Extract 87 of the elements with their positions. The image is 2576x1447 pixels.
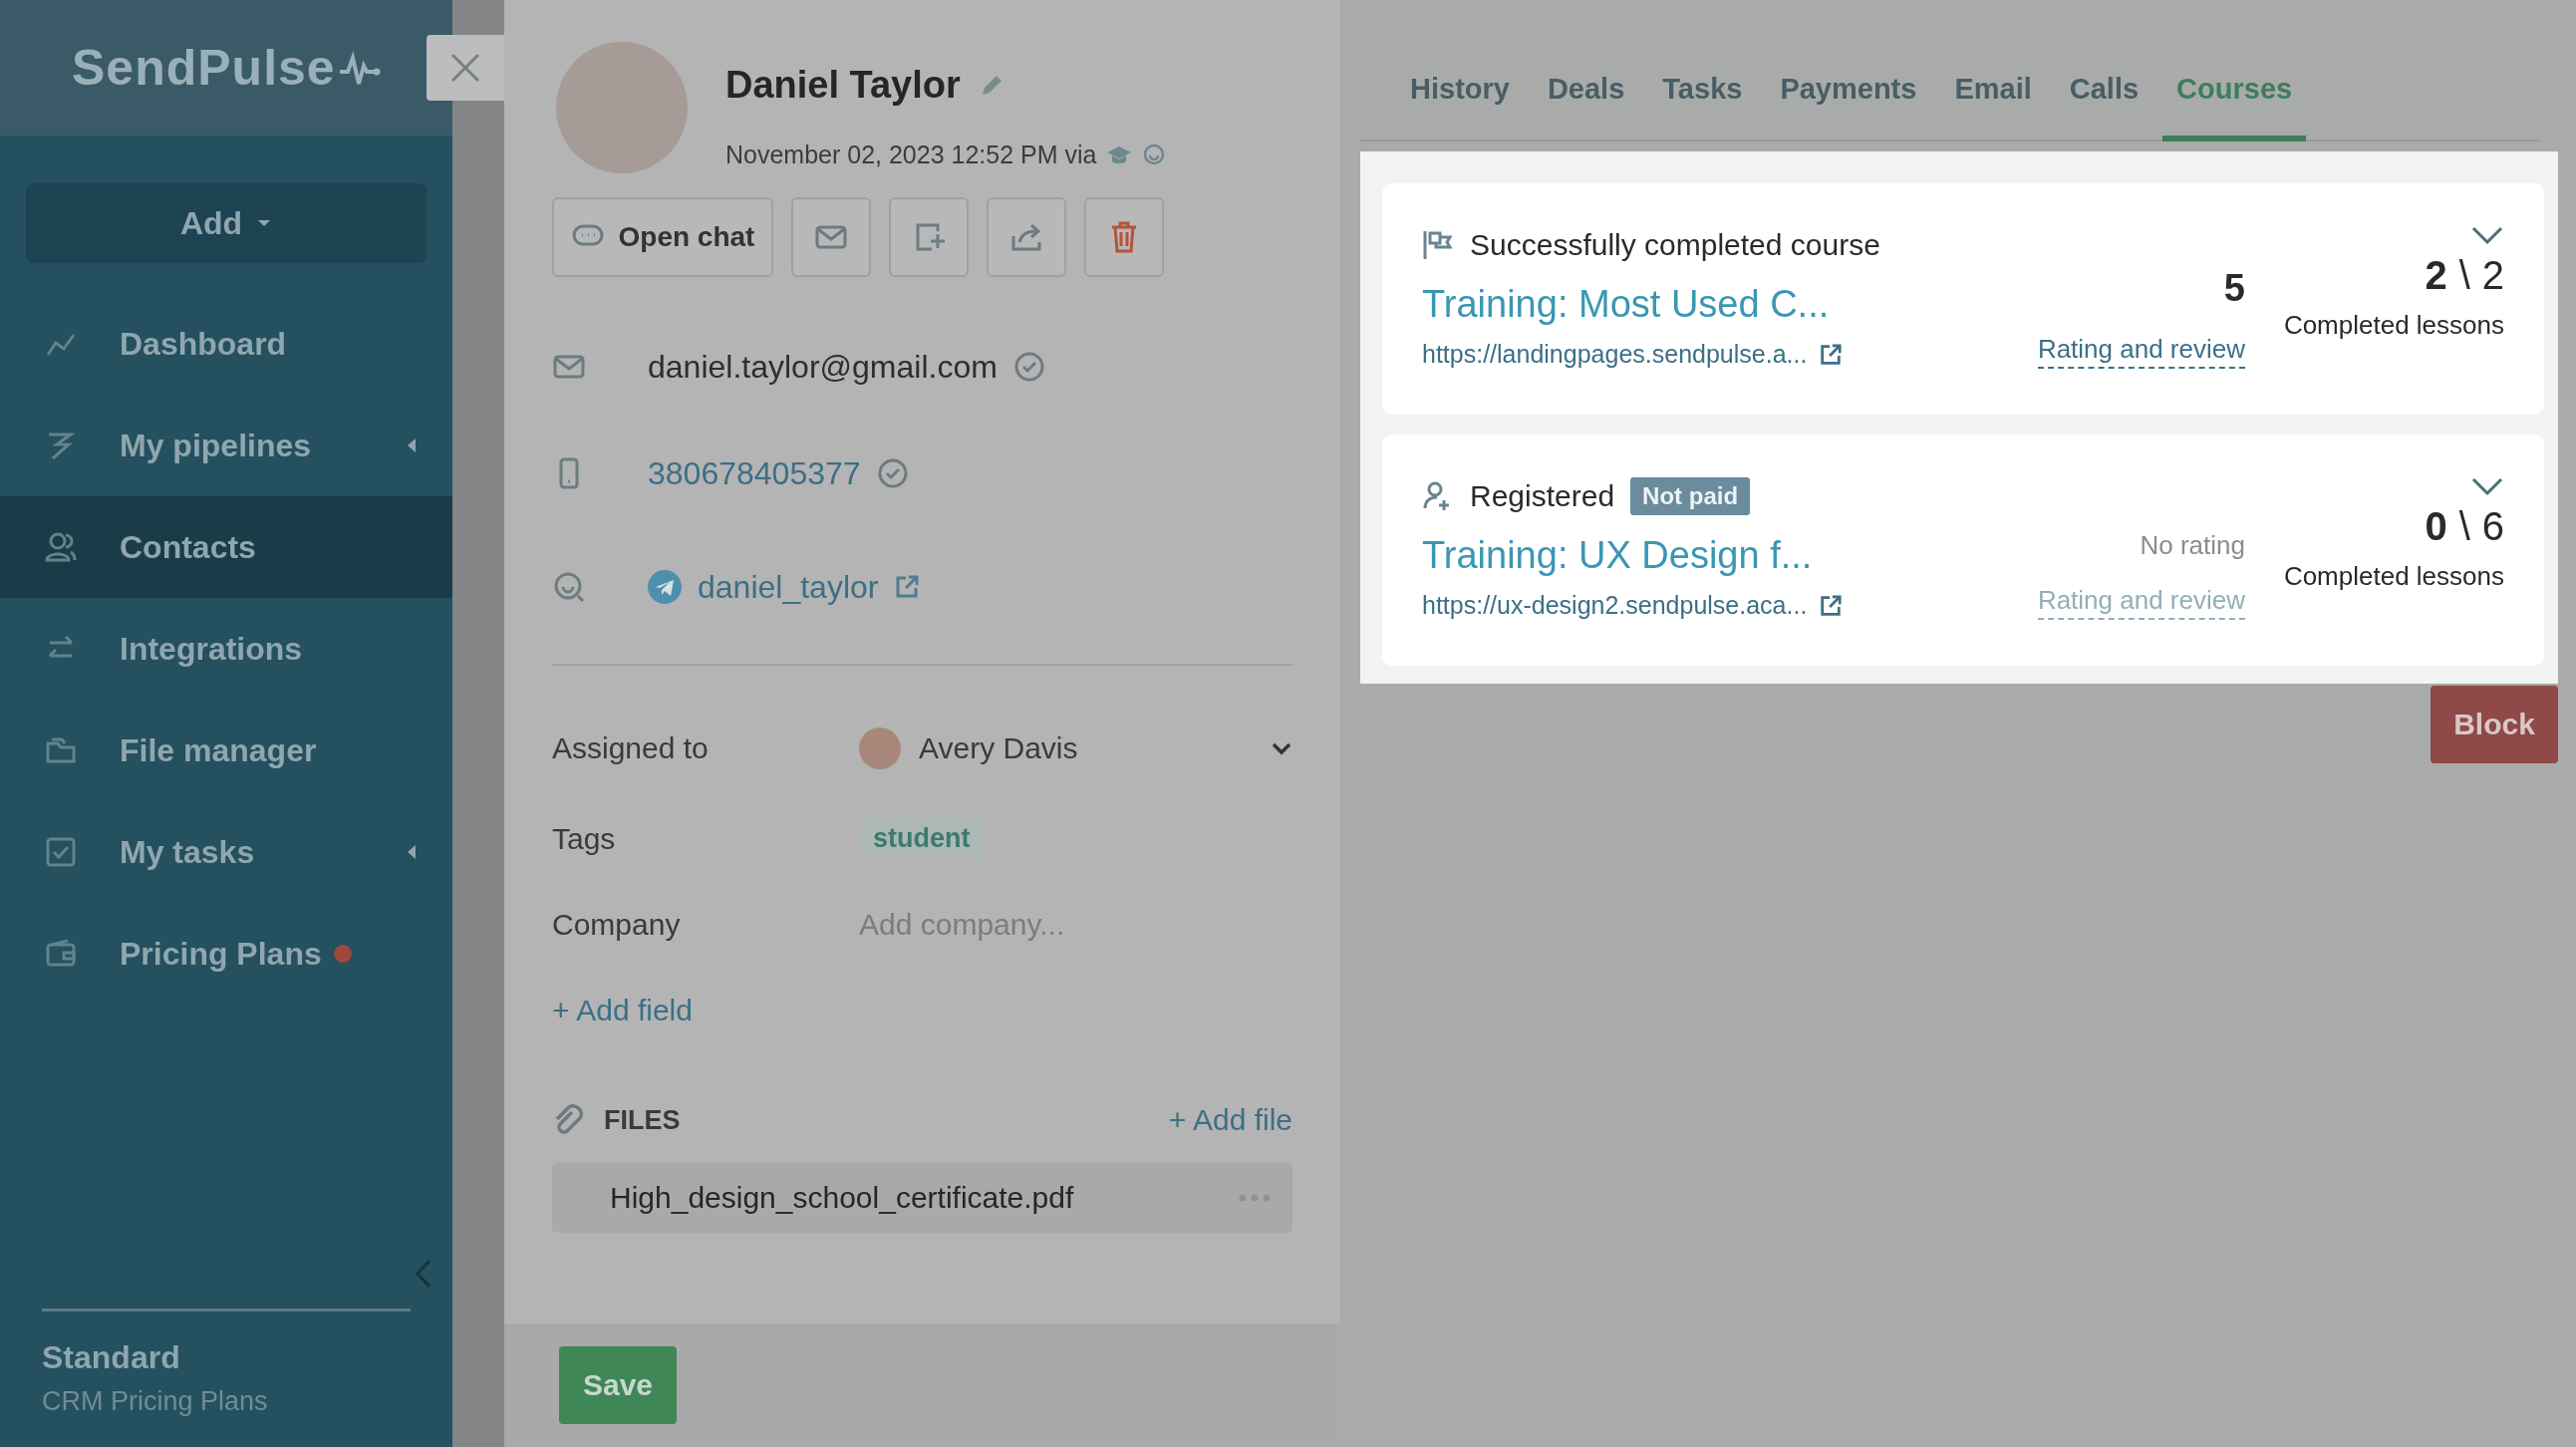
file-item[interactable]: High_design_school_certificate.pdf — [552, 1163, 1292, 1233]
task-icon — [44, 835, 78, 869]
nav-item[interactable]: My tasks — [0, 801, 452, 903]
file-name: High_design_school_certificate.pdf — [610, 1181, 1075, 1215]
separator-mark: \ — [2458, 253, 2470, 298]
company-input[interactable]: Add company... — [859, 908, 1258, 942]
email-value: daniel.taylor@gmail.com — [648, 348, 998, 386]
nav-item[interactable]: My pipelines — [0, 395, 452, 496]
completed-count: 0 — [2425, 504, 2447, 549]
share-icon — [1009, 222, 1043, 252]
assignee-dropdown[interactable]: Avery Davis — [859, 727, 1292, 769]
nav-item[interactable]: File manager — [0, 700, 452, 801]
external-link-icon[interactable] — [1819, 342, 1844, 367]
nav-label: Integrations — [120, 630, 303, 668]
chevron-down-icon[interactable] — [2470, 225, 2504, 245]
caret-icon — [256, 218, 273, 228]
add-button[interactable] — [889, 197, 969, 277]
contacts-icon — [44, 530, 78, 564]
delete-button[interactable] — [1084, 197, 1164, 277]
plan-name: Standard — [42, 1339, 181, 1376]
tab[interactable]: History — [1396, 73, 1524, 142]
nav-item[interactable]: Dashboard — [0, 293, 452, 395]
nav-item[interactable]: Contacts — [0, 496, 452, 598]
save-button[interactable]: Save — [559, 1346, 677, 1424]
tab[interactable]: Deals — [1533, 73, 1639, 142]
pulse-icon — [337, 48, 382, 88]
field-label: Company — [552, 908, 682, 942]
add-file-link[interactable]: + Add file — [1168, 1103, 1292, 1137]
separator-mark: \ — [2458, 504, 2470, 549]
course-url[interactable]: https://ux-design2.sendpulse.aca... — [1422, 591, 1808, 620]
nav-label: Contacts — [120, 528, 256, 566]
nav-item[interactable]: Integrations — [0, 598, 452, 700]
payment-badge: Not paid — [1630, 477, 1751, 515]
email-button[interactable] — [791, 197, 871, 277]
field-label: Tags — [552, 821, 617, 856]
nav-item[interactable]: Pricing Plans — [0, 903, 452, 1005]
progress-label: Completed lessons — [2283, 310, 2504, 341]
logo: SendPulse — [72, 39, 336, 97]
collapse-icon[interactable] — [415, 1259, 432, 1289]
add-field-link[interactable]: + Add field — [552, 994, 693, 1027]
phone-value[interactable]: 380678405377 — [648, 454, 861, 492]
tab[interactable]: Calls — [2055, 73, 2153, 142]
course-status: Successfully completed course — [1470, 228, 1880, 262]
course-status: Registered — [1470, 479, 1615, 513]
chevron-down-icon — [1271, 741, 1292, 755]
field-label: Assigned to — [552, 731, 710, 765]
rating-review-link[interactable]: Rating and review — [2037, 585, 2245, 620]
nav-label: My pipelines — [120, 427, 312, 464]
share-button[interactable] — [987, 197, 1066, 277]
nav-label: Pricing Plans — [120, 935, 322, 973]
tab[interactable]: Email — [1940, 73, 2046, 142]
chevron-down-icon[interactable] — [2470, 476, 2504, 496]
nav-label: My tasks — [120, 833, 255, 871]
course-title[interactable]: Training: Most Used C... — [1422, 283, 1946, 326]
plan-subtitle[interactable]: CRM Pricing Plans — [42, 1386, 411, 1417]
telegram-value[interactable]: daniel_taylor — [698, 568, 879, 606]
rating-review-link[interactable]: Rating and review — [2037, 334, 2245, 369]
completed-count: 2 — [2425, 253, 2447, 298]
assignee-avatar — [859, 727, 901, 769]
tab[interactable]: Payments — [1766, 73, 1931, 142]
tab[interactable]: Tasks — [1648, 73, 1757, 142]
block-button[interactable]: Block — [2431, 686, 2558, 763]
total-count: 6 — [2481, 504, 2504, 549]
course-url[interactable]: https://landingpages.sendpulse.a... — [1422, 340, 1808, 369]
close-icon — [448, 51, 482, 85]
course-rating: No rating — [2140, 530, 2245, 561]
trash-icon — [1110, 221, 1138, 253]
total-count: 2 — [2481, 253, 2504, 298]
nav-label: File manager — [120, 731, 317, 769]
nav-label: Dashboard — [120, 325, 287, 363]
course-rating: 5 — [2223, 267, 2245, 310]
flag-icon — [1422, 229, 1454, 261]
tag[interactable]: student — [859, 817, 985, 860]
contact-name: Daniel Taylor — [725, 64, 961, 107]
close-button[interactable] — [427, 35, 504, 101]
created-date: November 02, 2023 12:52 PM via — [725, 141, 1097, 169]
open-chat-button[interactable]: Open chat — [552, 197, 773, 277]
progress-label: Completed lessons — [2283, 561, 2504, 592]
course-title[interactable]: Training: UX Design f... — [1422, 534, 1946, 577]
files-title: FILES — [604, 1104, 682, 1136]
external-link-icon[interactable] — [1819, 593, 1844, 618]
more-icon[interactable] — [1239, 1194, 1271, 1202]
envelope-icon — [814, 223, 848, 251]
add-button[interactable]: Add — [26, 183, 427, 263]
graduation-cap-icon — [1106, 144, 1133, 166]
telegram-icon — [648, 570, 682, 604]
tab[interactable]: Courses — [2162, 73, 2307, 142]
